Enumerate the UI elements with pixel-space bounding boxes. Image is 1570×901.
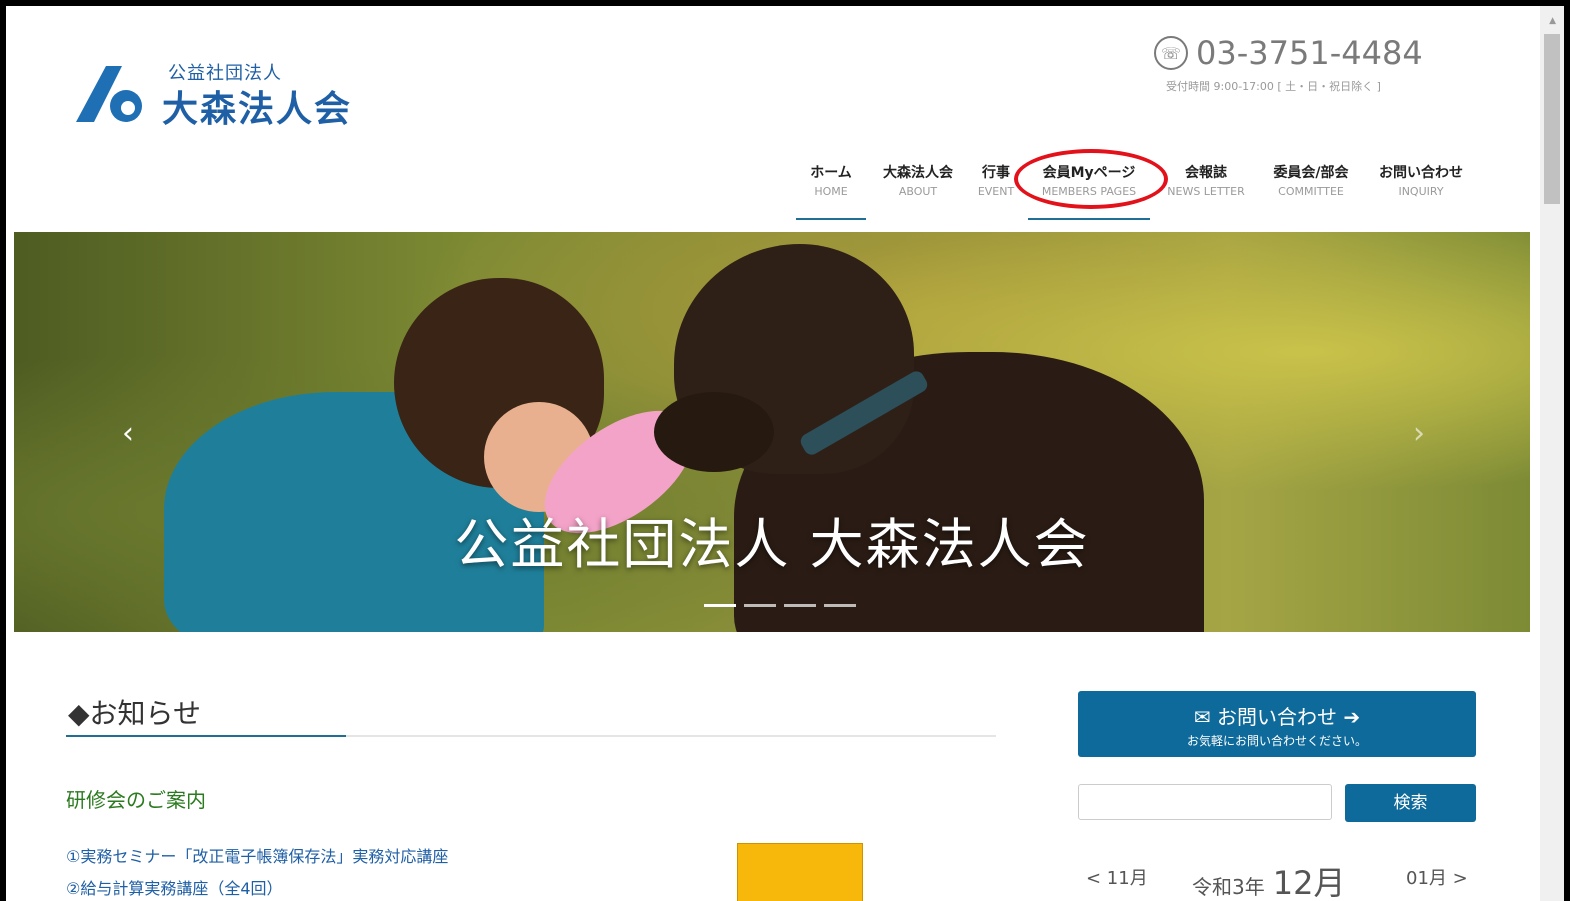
nav-sublabel: COMMITTEE — [1278, 185, 1344, 198]
arrow-circle-right-icon: ➔ — [1343, 705, 1361, 729]
nav-label: 会員Myページ — [1042, 165, 1136, 181]
news-divider-accent — [66, 735, 346, 737]
calendar-prev-month[interactable]: < 11月 — [1086, 864, 1148, 890]
contact-button[interactable]: ✉ お問い合わせ ➔ お気軽にお問い合わせください。 — [1078, 691, 1476, 757]
scroll-thumb[interactable] — [1544, 34, 1560, 204]
phone-text: 03-3751-4484 — [1196, 34, 1423, 72]
nav-label: 会報誌 — [1185, 165, 1227, 181]
hero-slider[interactable]: 公益社団法人 大森法人会 ‹ › — [14, 232, 1530, 632]
slider-indicator[interactable] — [824, 604, 856, 607]
nav-sublabel: NEWS LETTER — [1167, 185, 1245, 198]
slider-indicators — [704, 604, 856, 607]
nav-sublabel: MEMBERS PAGES — [1041, 185, 1137, 198]
highlight-box — [737, 843, 863, 901]
logo-icon[interactable] — [76, 66, 148, 124]
nav-members-page[interactable]: 会員Myページ MEMBERS PAGES — [1028, 162, 1150, 220]
slider-prev-icon[interactable]: ‹ — [122, 416, 134, 451]
search-input[interactable] — [1078, 784, 1332, 820]
logo-title[interactable]: 大森法人会 — [162, 80, 352, 132]
phone-icon: ☏ — [1154, 36, 1188, 70]
news-heading: ◆お知らせ — [68, 697, 201, 730]
nav-sublabel: INQUIRY — [1398, 185, 1444, 198]
nav-label: 委員会/部会 — [1273, 165, 1349, 181]
contact-button-subtext: お気軽にお問い合わせください。 — [1186, 734, 1367, 748]
phone-number: ☏ 03-3751-4484 — [1154, 34, 1423, 72]
calendar-current-month: 令和3年 12月 — [1192, 858, 1345, 901]
browser-page: 公益社団法人 大森法人会 ☏ 03-3751-4484 受付時間 9:00-17… — [6, 6, 1564, 901]
nav-sublabel: HOME — [814, 185, 848, 198]
hero-photo-dog-snout — [654, 392, 774, 472]
nav-sublabel: ABOUT — [898, 185, 938, 198]
nav-inquiry[interactable]: お問い合わせ INQUIRY — [1374, 162, 1468, 218]
slider-next-icon[interactable]: › — [1413, 416, 1425, 451]
slider-indicator[interactable] — [784, 604, 816, 607]
office-hours: 受付時間 9:00-17:00 [ 土・日・祝日除く ] — [1166, 80, 1381, 93]
news-subheading: 研修会のご案内 — [66, 788, 206, 812]
news-item-link[interactable]: ①実務セミナー「改正電子帳簿保存法」実務対応講座 — [66, 843, 448, 867]
nav-committee[interactable]: 委員会/部会 COMMITTEE — [1266, 162, 1356, 218]
calendar-month: 12月 — [1272, 864, 1346, 901]
slider-indicator[interactable] — [704, 604, 736, 607]
nav-about[interactable]: 大森法人会 ABOUT — [878, 162, 958, 218]
scroll-up-icon[interactable]: ▲ — [1549, 16, 1556, 26]
contact-button-label: お問い合わせ — [1217, 705, 1337, 729]
nav-home[interactable]: ホーム HOME — [796, 162, 866, 220]
mail-icon: ✉ — [1193, 705, 1211, 729]
nav-label: ホーム — [810, 165, 852, 181]
nav-newsletter[interactable]: 会報誌 NEWS LETTER — [1164, 162, 1248, 218]
nav-sublabel: EVENT — [977, 185, 1015, 198]
vertical-scrollbar[interactable]: ▲ — [1540, 6, 1564, 901]
news-item-link[interactable]: ②給与計算実務講座（全4回） — [66, 875, 283, 899]
slider-indicator[interactable] — [744, 604, 776, 607]
nav-label: 大森法人会 — [883, 165, 953, 181]
calendar-year: 令和3年 — [1192, 875, 1265, 899]
hero-title: 公益社団法人 大森法人会 — [454, 513, 1090, 576]
contact-button-title: ✉ お問い合わせ ➔ — [1078, 701, 1476, 730]
calendar-next-month[interactable]: 01月 > — [1406, 864, 1468, 890]
nav-event[interactable]: 行事 EVENT — [976, 162, 1016, 218]
search-button[interactable]: 検索 — [1345, 784, 1476, 822]
nav-label: 行事 — [982, 165, 1010, 181]
nav-label: お問い合わせ — [1379, 165, 1463, 181]
